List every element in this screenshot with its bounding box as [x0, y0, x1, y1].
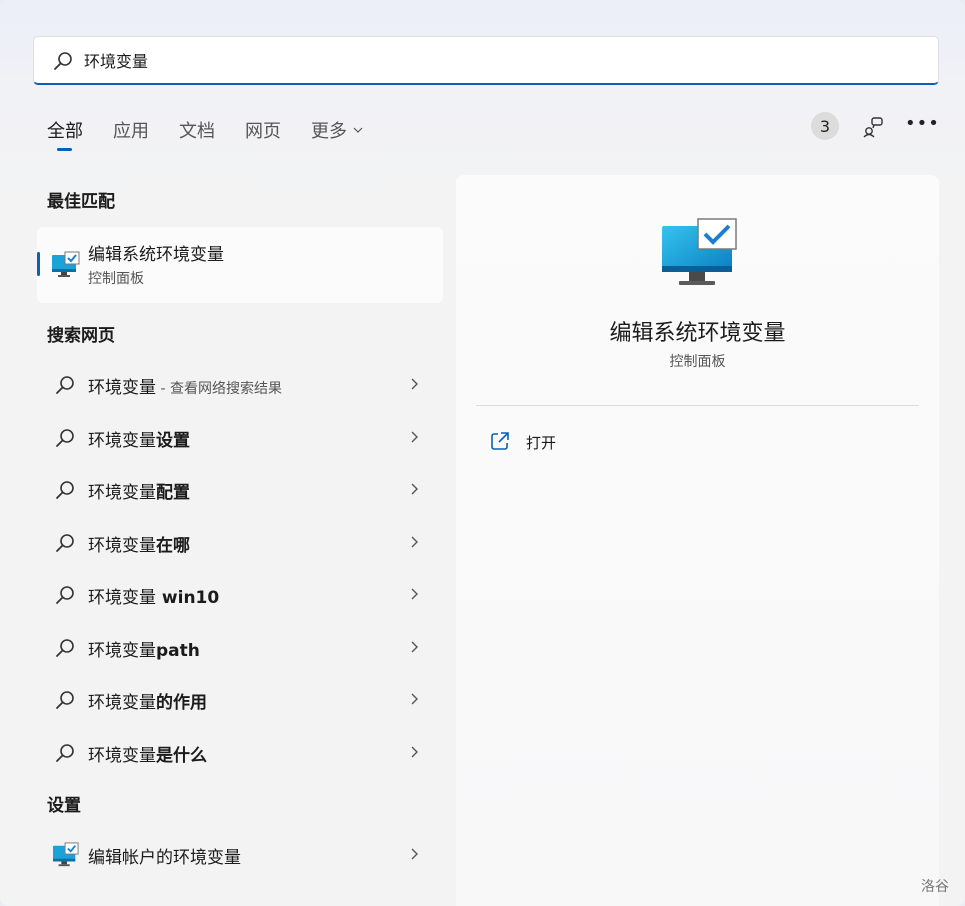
chevron-right-icon — [411, 483, 418, 495]
header-actions: 3 ••• — [0, 112, 965, 142]
monitor-check-icon — [53, 842, 79, 867]
query-suggestion: 设置 — [156, 431, 190, 451]
chevron-right-icon — [411, 848, 418, 860]
search-icon — [56, 481, 74, 499]
settings-result-label: 编辑帐户的环境变量 — [88, 848, 241, 868]
query-prefix: 环境变量 — [88, 693, 156, 713]
search-panel: 全部 应用 文档 网页 更多 3 ••• 最佳匹配 — [0, 0, 965, 906]
query-prefix: 环境变量 — [88, 588, 156, 608]
web-result-label: 环境变量在哪 — [88, 531, 190, 556]
best-match-item[interactable]: 编辑系统环境变量 控制面板 — [37, 227, 443, 303]
section-title-web: 搜索网页 — [47, 326, 115, 346]
feedback-icon[interactable] — [861, 115, 885, 139]
query-prefix: 环境变量 — [88, 483, 156, 503]
settings-result-item[interactable]: 编辑帐户的环境变量 — [37, 830, 443, 878]
chevron-right-icon — [411, 378, 418, 390]
divider — [476, 405, 919, 406]
web-result-item[interactable]: 环境变量 win10 — [37, 570, 443, 618]
query-suggestion: win10 — [156, 588, 220, 608]
open-external-icon — [491, 432, 509, 450]
search-box[interactable] — [33, 36, 939, 85]
web-result-label: 环境变量的作用 — [88, 688, 207, 713]
best-match-title: 编辑系统环境变量 — [88, 245, 224, 265]
web-result-label: 环境变量配置 — [88, 478, 190, 503]
chevron-right-icon — [411, 746, 418, 758]
section-title-best-match: 最佳匹配 — [47, 192, 115, 212]
query-suggestion: 的作用 — [156, 693, 207, 713]
search-icon — [56, 639, 74, 657]
watermark-text: 洛谷 — [921, 879, 949, 895]
query-prefix: 环境变量 — [88, 641, 156, 661]
preview-title: 编辑系统环境变量 — [609, 321, 786, 346]
web-result-item[interactable]: 环境变量 - 查看网络搜索结果 — [37, 360, 443, 408]
chevron-right-icon — [411, 641, 418, 653]
preview-pane: 编辑系统环境变量 控制面板 打开 — [456, 175, 939, 906]
search-icon — [56, 429, 74, 447]
query-hint: - 查看网络搜索结果 — [156, 381, 282, 397]
preview-subtitle: 控制面板 — [669, 354, 726, 370]
web-result-item[interactable]: 环境变量的作用 — [37, 675, 443, 723]
search-icon — [54, 52, 72, 70]
web-result-item[interactable]: 环境变量path — [37, 623, 443, 671]
chevron-right-icon — [411, 588, 418, 600]
query-prefix: 环境变量 — [88, 378, 156, 398]
web-result-label: 环境变量设置 — [88, 426, 190, 451]
query-suggestion: 配置 — [156, 483, 190, 503]
search-icon — [56, 534, 74, 552]
web-result-label: 环境变量 win10 — [88, 583, 219, 608]
rewards-badge[interactable]: 3 — [811, 112, 839, 140]
search-input[interactable] — [84, 47, 904, 73]
search-icon — [56, 744, 74, 762]
web-result-item[interactable]: 环境变量配置 — [37, 465, 443, 513]
web-result-label: 环境变量 - 查看网络搜索结果 — [88, 373, 282, 398]
more-icon[interactable]: ••• — [905, 115, 939, 139]
web-result-label: 环境变量是什么 — [88, 741, 207, 766]
query-prefix: 环境变量 — [88, 746, 156, 766]
query-prefix: 环境变量 — [88, 536, 156, 556]
web-result-item[interactable]: 环境变量在哪 — [37, 518, 443, 566]
query-suggestion: path — [156, 641, 200, 661]
query-prefix: 环境变量 — [88, 431, 156, 451]
open-action-label: 打开 — [526, 434, 557, 452]
search-icon — [56, 376, 74, 394]
section-title-settings: 设置 — [47, 796, 81, 816]
chevron-right-icon — [411, 431, 418, 443]
monitor-check-icon — [52, 251, 80, 277]
query-suggestion: 在哪 — [156, 536, 190, 556]
monitor-check-icon — [662, 218, 737, 285]
selection-indicator — [37, 252, 40, 276]
search-icon — [56, 586, 74, 604]
chevron-right-icon — [411, 693, 418, 705]
best-match-subtitle: 控制面板 — [88, 271, 144, 287]
web-result-label: 环境变量path — [88, 636, 200, 661]
search-icon — [56, 691, 74, 709]
web-result-item[interactable]: 环境变量是什么 — [37, 728, 443, 776]
chevron-right-icon — [411, 536, 418, 548]
web-result-item[interactable]: 环境变量设置 — [37, 413, 443, 461]
query-suggestion: 是什么 — [156, 746, 207, 766]
